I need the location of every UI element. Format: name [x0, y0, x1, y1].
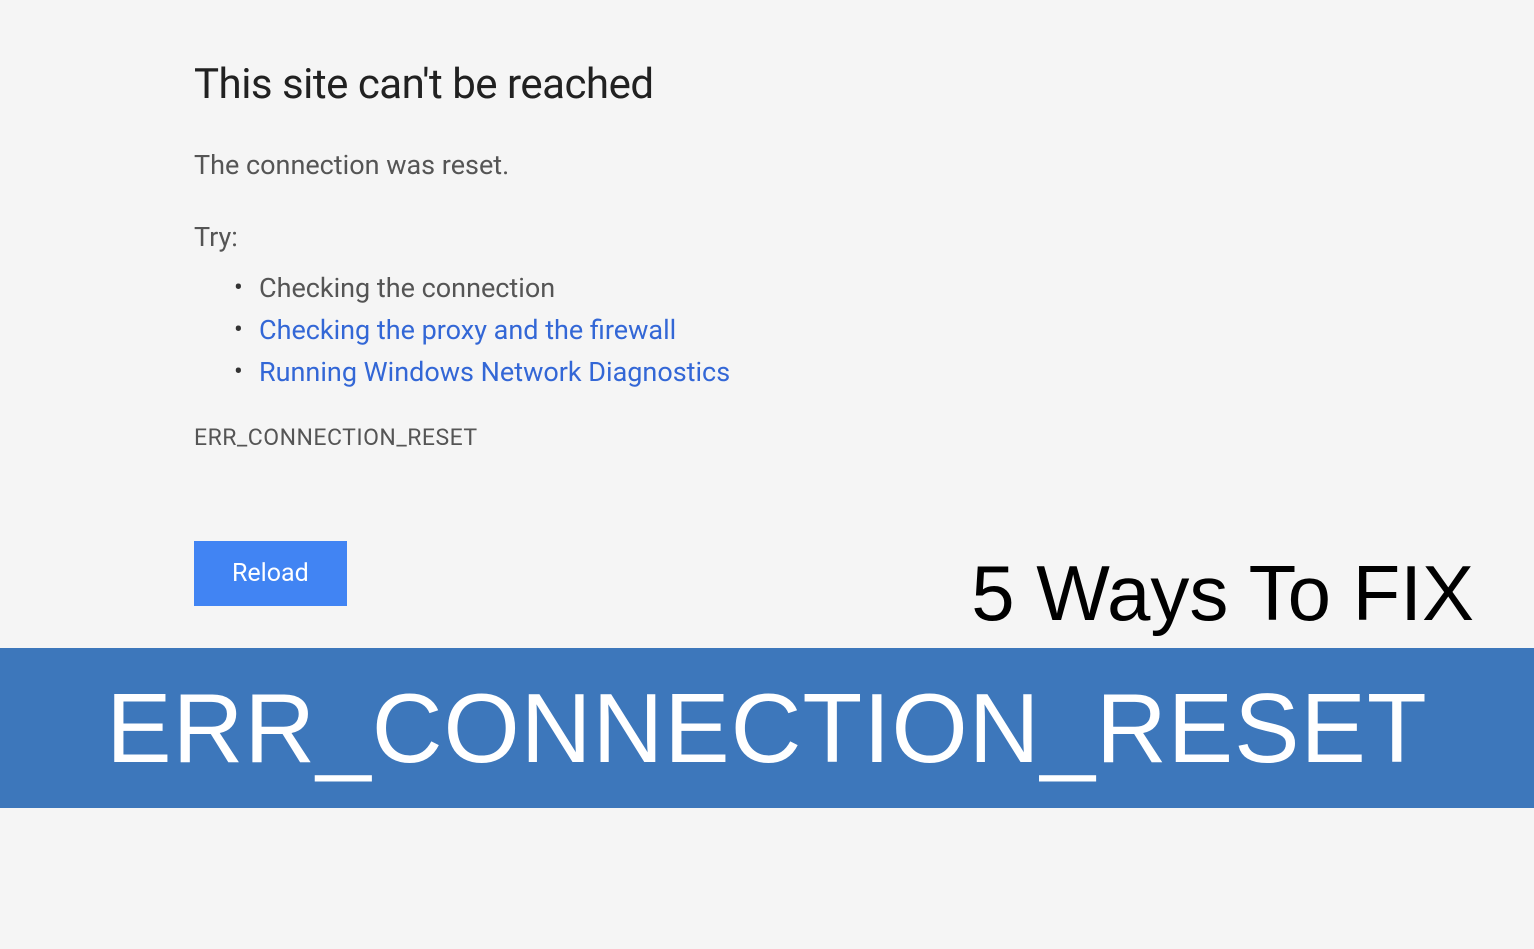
overlay-banner: ERR_CONNECTION_RESET — [0, 648, 1534, 808]
try-label: Try: — [194, 221, 1094, 253]
error-subtext: The connection was reset. — [194, 149, 1094, 181]
suggestion-text: Checking the connection — [259, 272, 555, 304]
banner-text: ERR_CONNECTION_RESET — [106, 672, 1427, 785]
error-heading: This site can't be reached — [194, 60, 1094, 109]
reload-button[interactable]: Reload — [194, 541, 347, 606]
error-code: ERR_CONNECTION_RESET — [194, 424, 1094, 451]
suggestions-list: Checking the connection Checking the pro… — [234, 268, 1094, 394]
suggestion-link[interactable]: Running Windows Network Diagnostics — [259, 356, 730, 388]
overlay-title: 5 Ways To FIX — [971, 548, 1474, 639]
suggestion-proxy-firewall[interactable]: Checking the proxy and the firewall — [234, 310, 1094, 352]
suggestion-network-diagnostics[interactable]: Running Windows Network Diagnostics — [234, 352, 1094, 394]
suggestion-link[interactable]: Checking the proxy and the firewall — [259, 314, 676, 346]
suggestion-check-connection: Checking the connection — [234, 268, 1094, 310]
error-page-container: This site can't be reached The connectio… — [194, 60, 1094, 606]
